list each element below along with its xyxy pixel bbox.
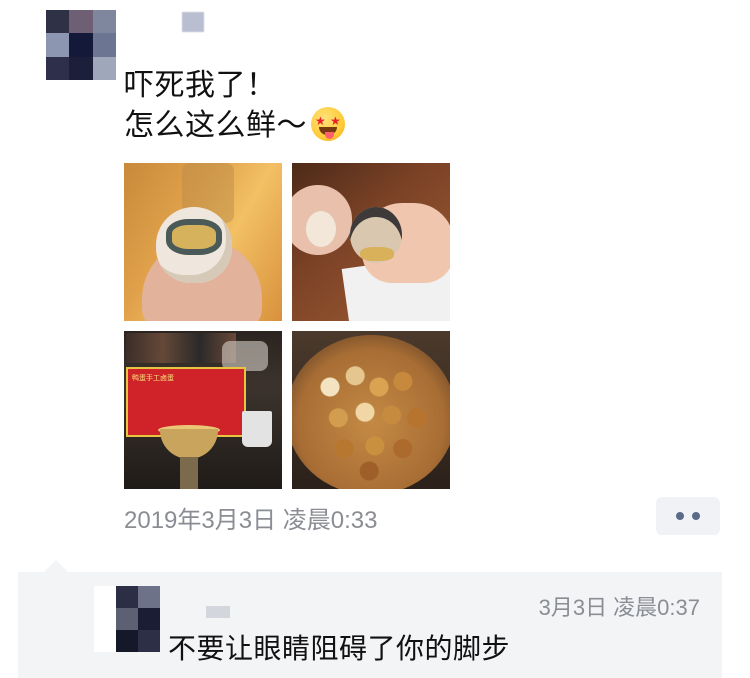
post-timestamp: 2019年3月3日 凌晨0:33: [124, 507, 378, 534]
dot-icon: [676, 512, 684, 520]
photo-egg-in-hand[interactable]: [124, 163, 282, 321]
post-line-2-text: 怎么这么鲜～: [124, 109, 307, 142]
comment-text: 不要让眼睛阻碍了你的脚步: [168, 633, 511, 664]
post-text: 吓死我了！ 怎么这么鲜～ ★ ★: [124, 66, 345, 146]
photo-bowl-of-eggs[interactable]: [292, 331, 450, 489]
stall-sign-text: 鸭蛋手工卤蛋: [132, 375, 174, 382]
poster-avatar[interactable]: [46, 10, 116, 80]
post-line-1: 吓死我了！: [124, 69, 277, 102]
dot-icon: [692, 512, 700, 520]
commenter-name-blurred[interactable]: [206, 606, 230, 618]
comment-time: 3月3日 凌晨0:37: [538, 595, 700, 620]
commenter-avatar[interactable]: [94, 586, 160, 652]
poster-name-blurred[interactable]: [182, 12, 204, 32]
drooling-star-eyes-emoji-icon: ★ ★: [311, 107, 345, 141]
photo-hand-holding-egg[interactable]: [292, 163, 450, 321]
more-options-button[interactable]: [656, 497, 720, 535]
comment-pointer: [44, 560, 68, 572]
post-line-2: 怎么这么鲜～ ★ ★: [124, 106, 345, 146]
photo-street-stall[interactable]: 鸭蛋手工卤蛋: [124, 331, 282, 489]
